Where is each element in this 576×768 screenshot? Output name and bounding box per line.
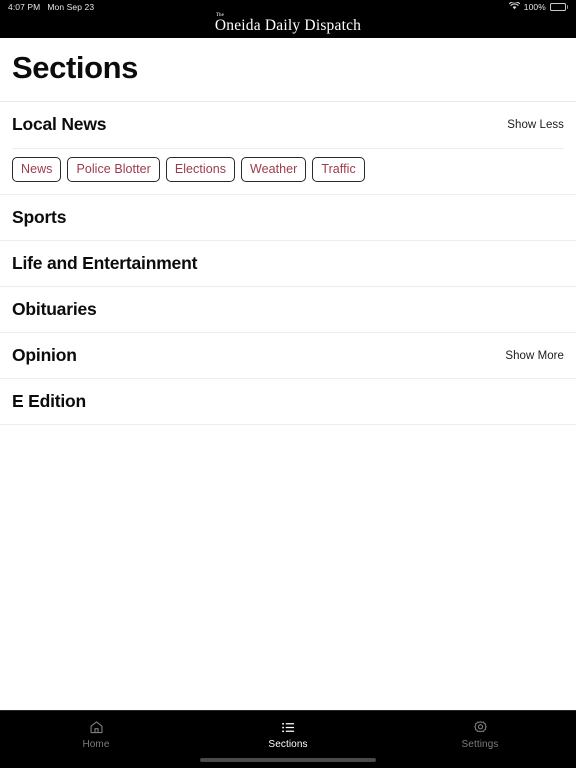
section-title: Life and Entertainment [12,253,198,274]
page-header: Sections [0,38,576,102]
tab-settings[interactable]: Settings [384,719,576,750]
section-row[interactable]: Life and Entertainment [0,241,576,288]
status-time: 4:07 PM [8,2,41,12]
status-bar: 4:07 PM Mon Sep 23 100% [0,0,576,14]
section-title: Sports [12,207,67,228]
sections-content: Sections Local News Show Less News Police B… [0,38,576,710]
section-row[interactable]: Local News Show Less [0,101,576,148]
tab-settings-label: Settings [461,739,499,750]
tab-bar: Home Sections Settings [0,710,576,768]
page-title: Sections [12,50,139,85]
tab-home[interactable]: Home [0,719,192,750]
status-bar-right: 100% [508,1,568,12]
tab-sections[interactable]: Sections [192,719,384,750]
battery-icon [549,3,568,11]
list-icon [281,719,296,735]
subsection-chip[interactable]: Weather [241,156,307,183]
home-icon [89,719,104,735]
section-title: Obituaries [12,299,97,320]
status-date: Mon Sep 23 [47,2,95,12]
status-bar-left: 4:07 PM Mon Sep 23 [8,2,94,12]
tab-sections-label: Sections [268,739,308,750]
section-row[interactable]: Obituaries [0,287,576,334]
battery-percent: 100% [523,2,546,12]
masthead: The Oneida Daily Dispatch [0,13,576,38]
section-row[interactable]: Sports [0,195,576,242]
subsection-chip[interactable]: Traffic [312,156,365,183]
section-title: Opinion [12,345,77,366]
wifi-icon [508,1,520,12]
section-title: Local News [12,114,107,135]
subsection-chip-group: News Police Blotter Elections Weather Traffi… [0,149,576,196]
section-row[interactable]: Opinion Show More [0,333,576,380]
section-toggle-button[interactable]: Show More [505,350,564,362]
masthead-logo[interactable]: The Oneida Daily Dispatch [214,13,362,35]
section-list: Local News Show Less News Police Blotter Ele… [0,101,576,426]
gear-icon [473,719,488,735]
subsection-chip[interactable]: Police Blotter [67,156,160,183]
section-title: E Edition [12,391,87,412]
home-indicator[interactable] [200,758,376,762]
subsection-chip[interactable]: News [12,156,62,183]
section-toggle-button[interactable]: Show Less [507,119,564,131]
section-row[interactable]: E Edition [0,379,576,426]
tab-home-label: Home [82,739,110,750]
masthead-prefix: The [215,12,224,18]
subsection-chip[interactable]: Elections [165,156,235,183]
masthead-title: Oneida Daily Dispatch [214,17,362,34]
